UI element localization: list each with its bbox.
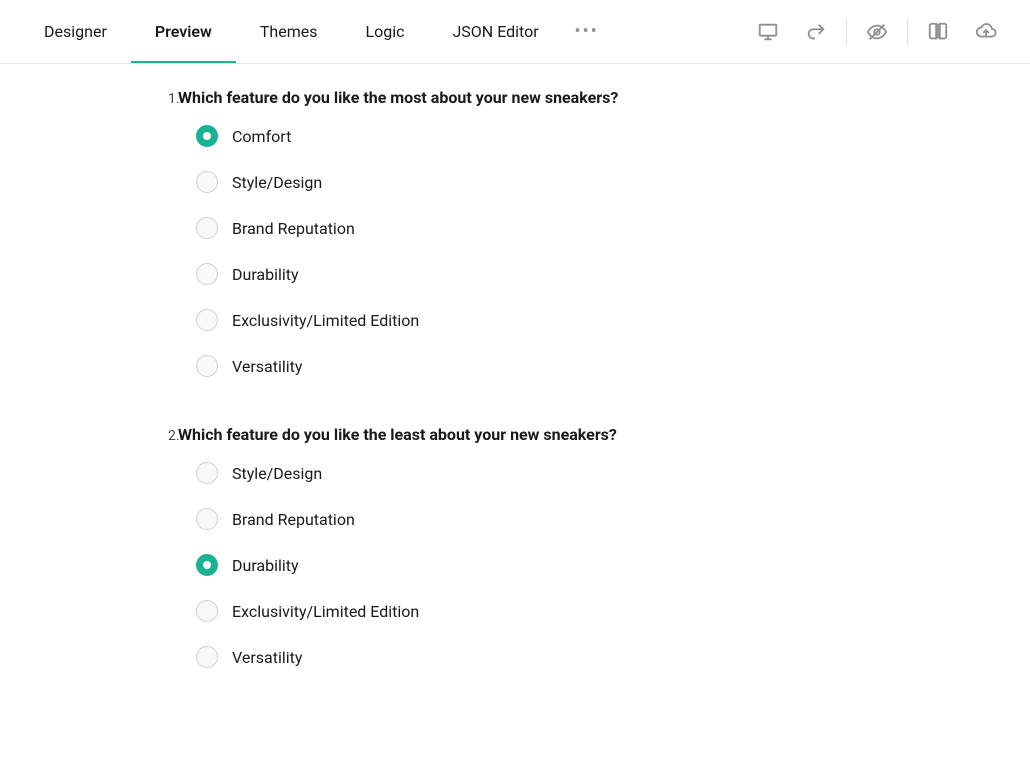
topbar: Designer Preview Themes Logic JSON Edito… (0, 0, 1030, 64)
book-icon (927, 21, 949, 43)
choice-label: Exclusivity/Limited Edition (232, 311, 419, 330)
question-1: 1. Which feature do you like the most ab… (60, 88, 840, 377)
choice-brand-reputation[interactable]: Brand Reputation (196, 217, 840, 239)
radio-icon (196, 646, 218, 668)
choice-label: Brand Reputation (232, 219, 355, 238)
choice-durability[interactable]: Durability (196, 263, 840, 285)
radio-icon (196, 309, 218, 331)
question-title: Which feature do you like the most about… (178, 88, 618, 107)
tab-label: Designer (44, 22, 107, 41)
divider (907, 18, 908, 46)
choice-brand-reputation[interactable]: Brand Reputation (196, 508, 840, 530)
choice-list: Comfort Style/Design Brand Reputation Du… (60, 125, 840, 377)
choice-label: Brand Reputation (232, 510, 355, 529)
device-preview-button[interactable] (744, 0, 792, 63)
upload-button[interactable] (962, 0, 1010, 63)
radio-icon (196, 554, 218, 576)
radio-icon (196, 508, 218, 530)
choice-label: Durability (232, 556, 299, 575)
eye-off-icon (866, 21, 888, 43)
choice-versatility[interactable]: Versatility (196, 355, 840, 377)
choice-label: Versatility (232, 357, 302, 376)
question-title: Which feature do you like the least abou… (178, 425, 617, 444)
monitor-icon (757, 21, 779, 43)
choice-exclusivity[interactable]: Exclusivity/Limited Edition (196, 600, 840, 622)
choice-label: Durability (232, 265, 299, 284)
radio-icon (196, 355, 218, 377)
tab-label: Themes (260, 22, 318, 41)
tab-label: Logic (365, 22, 404, 41)
choice-style-design[interactable]: Style/Design (196, 171, 840, 193)
choice-label: Comfort (232, 127, 291, 146)
choice-list: Style/Design Brand Reputation Durability… (60, 462, 840, 668)
choice-comfort[interactable]: Comfort (196, 125, 840, 147)
question-title-row: 1. Which feature do you like the most ab… (60, 88, 840, 107)
choice-label: Style/Design (232, 173, 322, 192)
question-number: 1. (60, 91, 168, 107)
radio-icon (196, 600, 218, 622)
toolbar-icons (744, 0, 1010, 63)
survey-preview: 1. Which feature do you like the most ab… (0, 64, 900, 756)
choice-label: Style/Design (232, 464, 322, 483)
radio-icon (196, 263, 218, 285)
tab-themes[interactable]: Themes (236, 0, 342, 63)
tab-preview[interactable]: Preview (131, 0, 236, 63)
choice-versatility[interactable]: Versatility (196, 646, 840, 668)
tab-logic[interactable]: Logic (341, 0, 428, 63)
more-menu-button[interactable]: ••• (563, 0, 611, 63)
question-number: 2. (60, 428, 168, 444)
tab-designer[interactable]: Designer (20, 0, 131, 63)
choice-label: Exclusivity/Limited Edition (232, 602, 419, 621)
redo-icon (805, 21, 827, 43)
question-title-row: 2. Which feature do you like the least a… (60, 425, 840, 444)
choice-style-design[interactable]: Style/Design (196, 462, 840, 484)
choice-exclusivity[interactable]: Exclusivity/Limited Edition (196, 309, 840, 331)
choice-durability[interactable]: Durability (196, 554, 840, 576)
radio-icon (196, 171, 218, 193)
tabs: Designer Preview Themes Logic JSON Edito… (20, 0, 611, 63)
radio-icon (196, 125, 218, 147)
divider (846, 18, 847, 46)
choice-label: Versatility (232, 648, 302, 667)
redo-button[interactable] (792, 0, 840, 63)
radio-icon (196, 462, 218, 484)
ellipsis-icon: ••• (575, 21, 599, 42)
tab-json-editor[interactable]: JSON Editor (428, 0, 562, 63)
radio-icon (196, 217, 218, 239)
tab-label: JSON Editor (452, 22, 538, 41)
question-2: 2. Which feature do you like the least a… (60, 425, 840, 668)
cloud-upload-icon (975, 21, 997, 43)
tab-label: Preview (155, 22, 212, 41)
visibility-toggle-button[interactable] (853, 0, 901, 63)
docs-button[interactable] (914, 0, 962, 63)
